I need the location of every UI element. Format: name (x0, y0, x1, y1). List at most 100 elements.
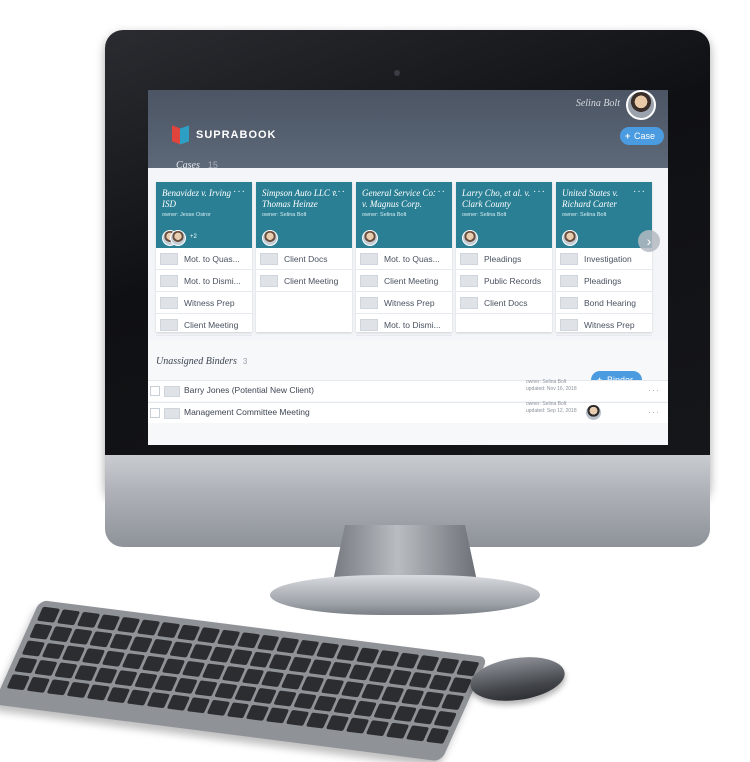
keyboard-key (206, 699, 230, 716)
keyboard-key (208, 646, 233, 663)
unassigned-count: 3 (242, 357, 248, 366)
keyboard-key (189, 643, 213, 661)
binder-item[interactable]: Mot. to Quas... (156, 248, 252, 270)
binder-icon (560, 274, 578, 287)
binder-item[interactable]: Client Docs (456, 292, 552, 314)
case-card[interactable]: General Service Co. v. Magnus Corp. owner… (356, 182, 452, 336)
add-case-button[interactable]: Case (619, 127, 664, 145)
binder-label: Mot. to Dismi... (384, 319, 441, 330)
table-row[interactable]: Barry Jones (Potential New Client) owner:… (148, 379, 668, 401)
unassigned-title: Unassigned Binders 3 (156, 356, 247, 367)
more-icon[interactable]: ··· (648, 407, 660, 417)
keyboard-key (213, 682, 238, 699)
case-card[interactable]: Benavidez v. Irving ISD owner: Jesse Osir… (156, 182, 252, 336)
binder-icon (360, 318, 378, 331)
binder-item[interactable]: Pleadings (456, 248, 552, 270)
binder-label: Witness Prep (584, 319, 635, 330)
case-card[interactable]: United States v. Richard Carter owner: Se… (556, 182, 652, 336)
row-checkbox[interactable] (150, 386, 160, 396)
binder-item[interactable]: Client Meeting (256, 270, 352, 292)
binder-icon (260, 252, 278, 265)
case-title[interactable]: Simpson Auto LLC v. Thomas Heinze (262, 188, 340, 210)
case-owner: owner: Jesse Osiror (162, 212, 211, 218)
binder-icon (560, 318, 578, 331)
case-card-header[interactable]: General Service Co. v. Magnus Corp. owner… (356, 182, 452, 248)
binder-item[interactable]: Witness Prep (556, 314, 652, 336)
keyboard-key (56, 609, 81, 626)
case-owner: owner: Selina Bolt (362, 212, 407, 218)
binder-icon (360, 296, 378, 309)
keyboard-key (156, 622, 180, 639)
binder-item[interactable]: Pleadings (556, 270, 652, 292)
keyboard-key (121, 653, 145, 670)
binder-label: Witness Prep (184, 297, 235, 308)
keyboard-key (101, 650, 125, 667)
keyboard-key (46, 679, 70, 696)
more-icon[interactable]: ··· (333, 186, 346, 197)
more-icon[interactable]: ··· (233, 186, 246, 197)
binder-icon (164, 386, 180, 397)
avatar (462, 230, 478, 246)
avatar (562, 230, 578, 246)
user-name[interactable]: Selina Bolt (576, 98, 620, 109)
binder-item[interactable]: Witness Prep (356, 292, 452, 314)
binder-icon (160, 274, 178, 287)
binder-item[interactable]: Bond Hearing (556, 292, 652, 314)
case-title[interactable]: Larry Cho, et al. v. Clark County (462, 188, 540, 210)
chevron-right-icon[interactable]: › (638, 230, 660, 252)
binder-icon (164, 408, 180, 419)
more-icon[interactable]: ··· (633, 186, 646, 197)
keyboard-key (34, 659, 58, 676)
case-card-header[interactable]: Larry Cho, et al. v. Clark County owner: … (456, 182, 552, 248)
binder-name[interactable]: Management Committee Meeting (184, 407, 310, 417)
keyboard-key (49, 626, 73, 643)
more-icon[interactable]: ··· (648, 385, 660, 395)
binder-label: Public Records (484, 275, 542, 286)
case-title[interactable]: United States v. Richard Carter (562, 188, 640, 210)
case-card[interactable]: Simpson Auto LLC v. Thomas Heinze owner: … (256, 182, 352, 332)
keyboard-key (176, 624, 200, 641)
case-title[interactable]: Benavidez v. Irving ISD (162, 188, 240, 210)
binder-label: Witness Prep (384, 297, 435, 308)
binder-icon (560, 252, 578, 265)
case-title[interactable]: General Service Co. v. Magnus Corp. (362, 188, 440, 210)
user-avatar[interactable] (626, 90, 656, 120)
keyboard-key (66, 681, 90, 698)
binder-meta: owner: Selina Bolt updated: Nov 16, 2018 (526, 379, 577, 393)
keyboard-key (141, 655, 165, 672)
binder-label: Mot. to Quas... (384, 253, 440, 264)
case-card-header[interactable]: Simpson Auto LLC v. Thomas Heinze owner: … (256, 182, 352, 248)
keyboard-key (114, 670, 138, 687)
binder-item[interactable]: Client Docs (256, 248, 352, 270)
binder-icon (360, 252, 378, 265)
binder-item[interactable]: Mot. to Dismi... (356, 314, 452, 336)
binder-item[interactable]: Mot. to Dismi... (156, 270, 252, 292)
binder-icon (560, 296, 578, 309)
binder-item[interactable]: Public Records (456, 270, 552, 292)
keyboard-key (448, 677, 472, 694)
binder-item[interactable]: Mot. to Quas... (356, 248, 452, 270)
binder-item[interactable]: Client Meeting (156, 314, 252, 336)
binder-item[interactable]: Witness Prep (156, 292, 252, 314)
binder-owner: owner: Selina Bolt (526, 401, 567, 407)
monitor-stand-base (270, 575, 540, 615)
keyboard-key (236, 632, 260, 649)
binder-label: Client Meeting (184, 319, 239, 330)
more-icon[interactable]: ··· (533, 186, 546, 197)
cases-header: Cases 15 (176, 160, 218, 171)
table-row[interactable]: Management Committee Meeting owner: Selin… (148, 401, 668, 423)
logo[interactable]: SUPRABOOK (172, 125, 277, 145)
binder-icon (460, 296, 478, 309)
row-checkbox[interactable] (150, 408, 160, 418)
more-icon[interactable]: ··· (433, 186, 446, 197)
case-card[interactable]: Larry Cho, et al. v. Clark County owner: … (456, 182, 552, 332)
binder-icon (160, 318, 178, 331)
binder-item[interactable]: Investigation (556, 248, 652, 270)
binder-item[interactable]: Client Meeting (356, 270, 452, 292)
binder-icon (160, 296, 178, 309)
case-card-header[interactable]: Benavidez v. Irving ISD owner: Jesse Osir… (156, 182, 252, 248)
keyboard-key (181, 660, 205, 677)
keyboard-key (221, 665, 245, 683)
binder-name[interactable]: Barry Jones (Potential New Client) (184, 385, 314, 395)
binder-meta: owner: Selina Bolt updated: Sep 12, 2018 (526, 401, 577, 415)
